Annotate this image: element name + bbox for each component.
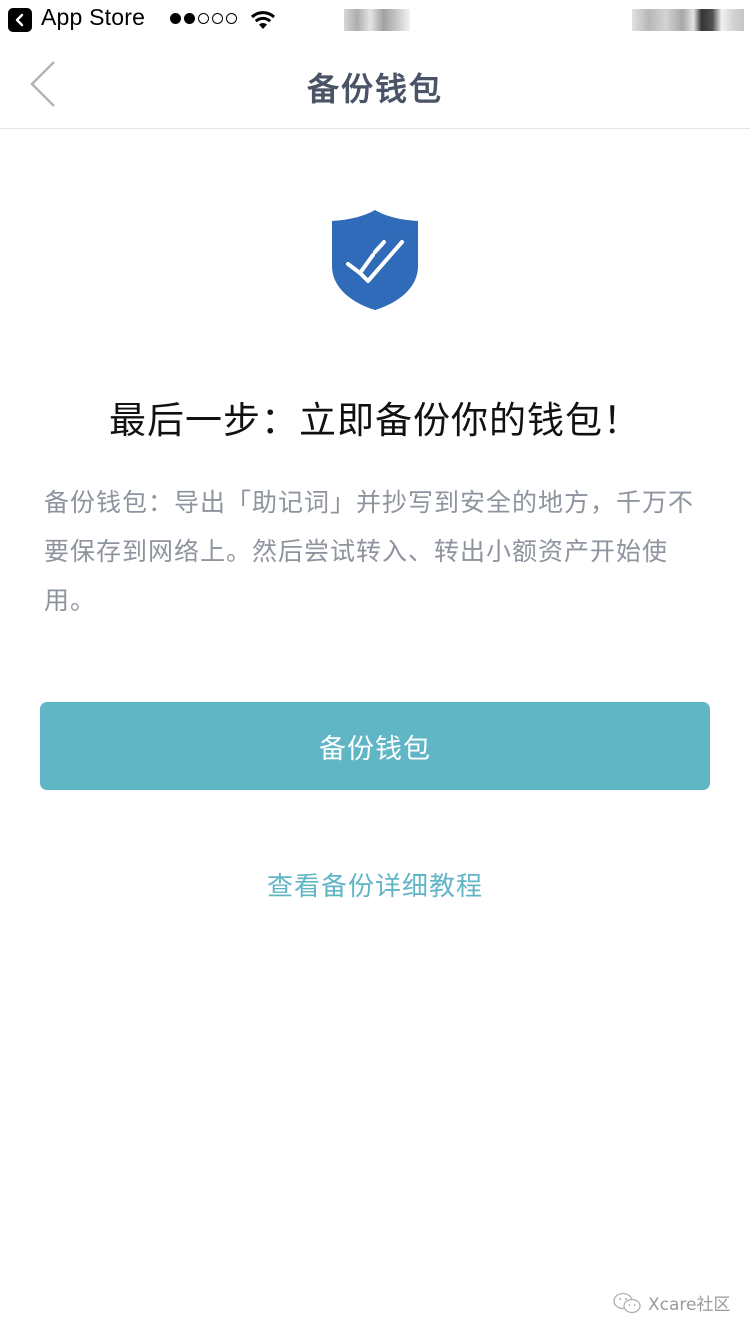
signal-dot [184, 13, 195, 24]
signal-dot [226, 13, 237, 24]
back-arrow-icon [15, 13, 24, 27]
watermark-text: Xcare社区 [648, 1295, 731, 1315]
wechat-icon [613, 1292, 641, 1313]
cellular-signal-icon [170, 13, 237, 24]
watermark: Xcare社区 [612, 1290, 731, 1315]
backup-wallet-button[interactable]: 备份钱包 [40, 702, 710, 790]
status-bar: App Store [0, 0, 750, 40]
headline: 最后一步：立即备份你的钱包！ [109, 399, 641, 442]
description-text: 备份钱包：导出「助记词」并抄写到安全的地方，千万不要保存到网络上。然后尝试转入、… [44, 488, 695, 615]
shield-check-icon [332, 210, 418, 310]
navigation-bar: 备份钱包 [0, 40, 750, 129]
signal-dot [198, 13, 209, 24]
time-redacted [344, 9, 410, 31]
backup-wallet-screen: App Store 备份钱包 最后一步：立即备份你的钱包！ 备份钱包：导出「助记… [0, 0, 750, 1334]
battery-redacted [632, 9, 744, 31]
view-tutorial-link[interactable]: 查看备份详细教程 [0, 866, 750, 903]
signal-dot [212, 13, 223, 24]
signal-dot [170, 13, 181, 24]
back-to-app-button[interactable] [8, 8, 32, 32]
page-title: 备份钱包 [306, 70, 443, 108]
back-app-label[interactable]: App Store [41, 4, 145, 31]
wifi-icon [250, 11, 276, 29]
